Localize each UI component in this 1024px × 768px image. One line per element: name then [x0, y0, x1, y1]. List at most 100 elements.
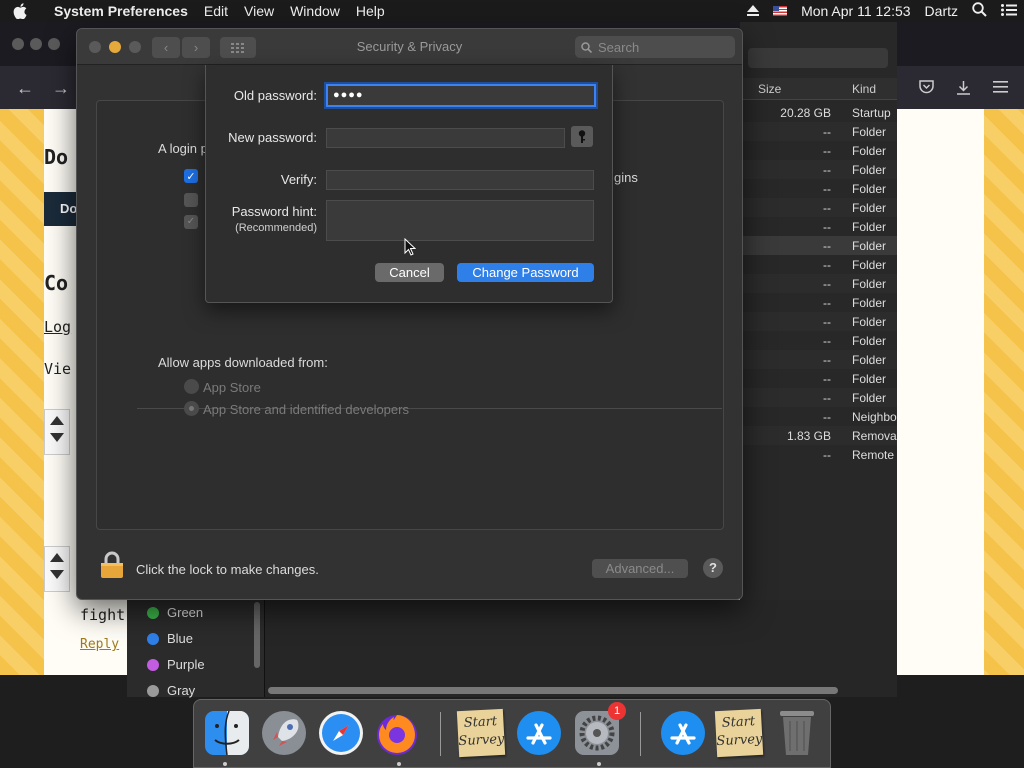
browser-toolbar	[919, 80, 1008, 99]
finder-row[interactable]: -- Folder	[740, 255, 897, 274]
finder-row-size: 20.28 GB	[780, 106, 831, 120]
downvote-icon[interactable]	[50, 433, 64, 442]
menu-app-name[interactable]: System Preferences	[40, 3, 196, 19]
finder-row[interactable]: -- Folder	[740, 198, 897, 217]
sidebar-tag-blue[interactable]: Blue	[147, 631, 193, 646]
search-placeholder: Search	[598, 39, 640, 55]
finder-row[interactable]: -- Folder	[740, 331, 897, 350]
finder-dock-icon[interactable]	[202, 708, 252, 758]
upvote-icon[interactable]	[50, 553, 64, 562]
login-checkbox-1[interactable]: ✓	[184, 169, 198, 183]
finder-row[interactable]: -- Folder	[740, 350, 897, 369]
help-button[interactable]: ?	[703, 558, 723, 578]
app-store-dock-icon[interactable]	[514, 708, 564, 758]
cancel-button[interactable]: Cancel	[375, 263, 444, 282]
menu-help[interactable]: Help	[348, 3, 393, 19]
finder-row[interactable]: -- Folder	[740, 217, 897, 236]
spotlight-search-icon[interactable]	[972, 2, 987, 20]
system-preferences-dock-icon[interactable]: 1	[572, 702, 626, 758]
finder-row[interactable]: -- Folder	[740, 369, 897, 388]
menubar-user[interactable]: Dartz	[925, 3, 958, 19]
finder-row-size: --	[823, 144, 831, 158]
finder-horizontal-scrollbar[interactable]	[268, 687, 838, 694]
finder-row[interactable]: -- Folder	[740, 179, 897, 198]
menu-view[interactable]: View	[236, 3, 282, 19]
finder-row[interactable]: -- Neighbo	[740, 407, 897, 426]
download-icon[interactable]	[956, 80, 971, 99]
new-password-field[interactable]	[326, 128, 565, 148]
login-option-right-text: gins	[614, 170, 638, 185]
page-text: Vie	[44, 360, 72, 378]
finder-row[interactable]: -- Folder	[740, 274, 897, 293]
stickies-start-survey-dock-icon-2[interactable]: Start Survey	[714, 708, 764, 758]
verify-password-field[interactable]	[326, 170, 594, 190]
advanced-button[interactable]: Advanced...	[592, 559, 688, 578]
us-flag-icon[interactable]	[773, 6, 788, 16]
menu-window[interactable]: Window	[282, 3, 348, 19]
browser-forward-icon[interactable]: →	[52, 78, 70, 99]
trash-dock-icon[interactable]	[772, 708, 822, 758]
upvote-icon[interactable]	[50, 416, 64, 425]
reply-link[interactable]: Reply	[80, 637, 119, 652]
hamburger-menu-icon[interactable]	[993, 80, 1008, 99]
comment-text: fight	[80, 606, 126, 624]
old-password-field[interactable]: ●●●●	[326, 84, 596, 107]
finder-row[interactable]: -- Folder	[740, 312, 897, 331]
sidebar-tag-green[interactable]: Green	[147, 605, 203, 620]
browser-back-icon[interactable]: ←	[16, 78, 34, 99]
control-center-icon[interactable]	[1001, 3, 1017, 19]
password-assistant-key-icon[interactable]	[571, 126, 593, 147]
password-hint-field[interactable]	[326, 200, 594, 241]
finder-row[interactable]: -- Folder	[740, 160, 897, 179]
search-icon	[581, 41, 592, 53]
finder-row[interactable]: -- Folder	[740, 141, 897, 160]
sidebar-scrollbar[interactable]	[254, 602, 260, 668]
app-store-download-dock-icon[interactable]	[658, 708, 708, 758]
column-kind-header[interactable]: Kind	[852, 82, 876, 96]
login-checkbox-2[interactable]	[184, 193, 198, 207]
finder-row-size: --	[823, 448, 831, 462]
finder-row[interactable]: 1.83 GB Remova	[740, 426, 897, 445]
firefox-dock-icon[interactable]	[372, 708, 422, 758]
finder-row[interactable]: -- Folder	[740, 388, 897, 407]
downvote-icon[interactable]	[50, 570, 64, 579]
tag-label: Green	[167, 605, 204, 620]
radio-app-store[interactable]	[184, 379, 199, 394]
finder-row-kind: Folder	[852, 201, 887, 215]
finder-row-kind: Remote	[852, 448, 895, 462]
finder-row[interactable]: -- Folder	[740, 236, 897, 255]
apple-menu-icon[interactable]	[0, 3, 40, 19]
tag-dot-icon	[147, 632, 159, 645]
sidebar-tag-purple[interactable]: Purple	[147, 657, 205, 672]
radio-app-store-label: App Store	[203, 380, 261, 395]
menu-edit[interactable]: Edit	[196, 3, 236, 19]
search-input[interactable]: Search	[575, 36, 735, 58]
finder-row-size: --	[823, 296, 831, 310]
safari-dock-icon[interactable]	[316, 708, 366, 758]
launchpad-dock-icon[interactable]	[259, 708, 309, 758]
page-button[interactable]: Do	[44, 192, 78, 226]
eject-icon[interactable]	[747, 3, 760, 19]
column-size-header[interactable]: Size	[758, 82, 781, 96]
tag-label: Gray	[167, 683, 196, 698]
finder-sidebar: Green Blue Purple Gray	[127, 600, 265, 698]
finder-toolbar-field[interactable]	[748, 48, 888, 68]
finder-row[interactable]: -- Folder	[740, 122, 897, 141]
old-password-label: Old password:	[233, 88, 317, 103]
vote-widget[interactable]	[44, 546, 70, 592]
stickies-start-survey-dock-icon[interactable]: Start Survey	[456, 708, 506, 758]
mouse-pointer-icon	[404, 237, 417, 259]
pocket-icon[interactable]	[919, 80, 934, 99]
lock-icon[interactable]	[100, 551, 124, 582]
finder-row[interactable]: -- Remote	[740, 445, 897, 464]
vote-widget[interactable]	[44, 409, 70, 455]
sidebar-tag-gray[interactable]: Gray	[147, 683, 195, 698]
sticky-note: Start Survey	[456, 708, 506, 758]
radio-identified-developers[interactable]	[184, 401, 199, 416]
finder-row[interactable]: -- Folder	[740, 293, 897, 312]
login-checkbox-3[interactable]: ✓	[184, 215, 198, 229]
finder-row[interactable]: 20.28 GB Startup	[740, 103, 897, 122]
page-login-link[interactable]: Log	[44, 318, 71, 336]
menubar-clock[interactable]: Mon Apr 11 12:53	[801, 3, 910, 19]
change-password-button[interactable]: Change Password	[457, 263, 594, 282]
